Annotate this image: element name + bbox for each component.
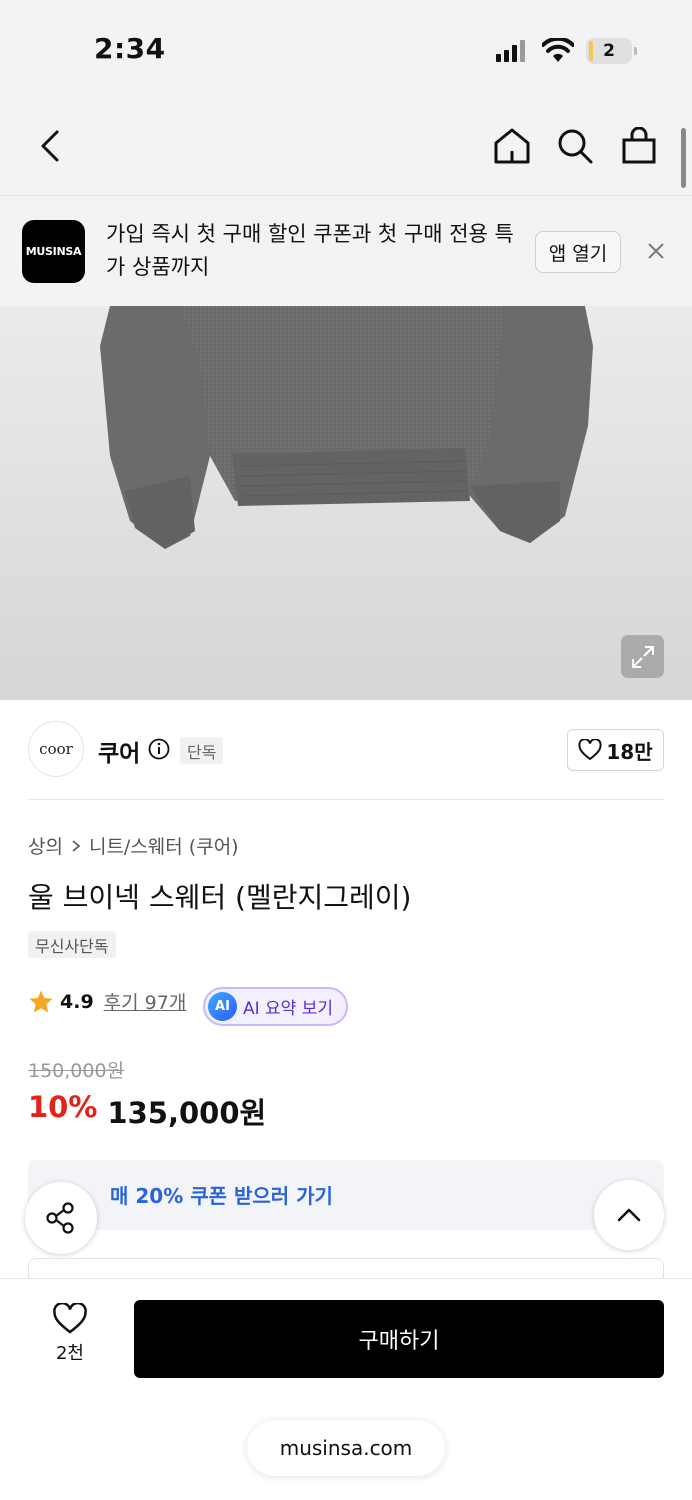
brand-logo[interactable]: coor bbox=[28, 721, 84, 777]
status-bar: 2:34 2 bbox=[0, 0, 692, 100]
coupon-text: 매 20% 쿠폰 받으러 가기 bbox=[110, 1184, 333, 1208]
rating-row: 4.9 후기 97개 bbox=[28, 988, 186, 1015]
bag-icon[interactable] bbox=[617, 124, 661, 168]
chevron-right-icon bbox=[72, 839, 81, 852]
heart-icon bbox=[53, 1303, 87, 1334]
ai-icon: AI bbox=[208, 992, 237, 1021]
heart-icon bbox=[578, 739, 602, 761]
ai-summary-label: AI 요약 보기 bbox=[243, 999, 334, 1019]
battery-indicator: 2 bbox=[586, 38, 637, 64]
back-icon[interactable] bbox=[28, 124, 72, 168]
search-icon[interactable] bbox=[553, 124, 597, 168]
breadcrumb-subcategory[interactable]: 니트/스웨터 (쿠어) bbox=[89, 832, 239, 859]
review-count-link[interactable]: 후기 97개 bbox=[104, 988, 187, 1015]
wishlist-count: 2천 bbox=[55, 1343, 84, 1364]
breadcrumb-category[interactable]: 상의 bbox=[28, 832, 63, 859]
brand-like-button[interactable]: 18만 bbox=[567, 729, 664, 771]
banner-text: 가입 즉시 첫 구매 할인 쿠폰과 첫 구매 전용 특가 상품까지 bbox=[106, 222, 514, 279]
home-icon[interactable] bbox=[490, 124, 534, 168]
musinsa-logo: MUSINSA bbox=[22, 220, 85, 283]
rating-score: 4.9 bbox=[60, 990, 94, 1013]
price-row: 10% 135,000원 bbox=[28, 1090, 266, 1132]
open-app-button[interactable]: 앱 열기 bbox=[535, 231, 621, 273]
discount-rate: 10% bbox=[28, 1090, 98, 1124]
app-promo-banner: MUSINSA 가입 즉시 첫 구매 할인 쿠폰과 첫 구매 전용 특가 상품까… bbox=[0, 196, 692, 306]
info-icon[interactable] bbox=[148, 738, 170, 760]
scroll-top-button[interactable] bbox=[594, 1180, 664, 1250]
coupon-banner[interactable]: 매 20% 쿠폰 받으러 가기 bbox=[28, 1160, 664, 1230]
divider bbox=[28, 799, 664, 800]
chevron-up-icon bbox=[617, 1208, 641, 1222]
original-price: 150,000원 bbox=[28, 1060, 125, 1082]
share-icon bbox=[46, 1202, 74, 1234]
sale-price: 135,000원 bbox=[107, 1096, 267, 1130]
share-button[interactable] bbox=[25, 1182, 97, 1254]
wifi-icon bbox=[542, 38, 574, 62]
product-image[interactable] bbox=[0, 306, 692, 700]
close-icon[interactable] bbox=[641, 236, 671, 266]
exclusive-tag: 무신사단독 bbox=[28, 931, 116, 958]
expand-icon[interactable] bbox=[621, 635, 664, 678]
sweater-image bbox=[100, 306, 593, 549]
top-nav bbox=[0, 100, 692, 196]
brand-exclusive-badge: 단독 bbox=[180, 737, 224, 764]
url-bar[interactable]: musinsa.com bbox=[247, 1420, 445, 1476]
brand-name[interactable]: 쿠어 bbox=[98, 734, 140, 768]
ai-summary-button[interactable]: AI AI 요약 보기 bbox=[203, 987, 348, 1026]
brand-like-count: 18만 bbox=[606, 739, 653, 764]
wishlist-button[interactable]: 2천 bbox=[40, 1303, 100, 1365]
breadcrumb: 상의 니트/스웨터 (쿠어) bbox=[28, 832, 239, 859]
product-title: 울 브이넥 스웨터 (멜란지그레이) bbox=[28, 881, 412, 914]
star-icon bbox=[29, 990, 53, 1012]
bottom-purchase-bar: 2천 구매하기 musinsa.com bbox=[0, 1278, 692, 1500]
buy-button[interactable]: 구매하기 bbox=[134, 1300, 664, 1378]
cellular-signal-icon bbox=[496, 40, 525, 62]
scroll-indicator bbox=[681, 128, 686, 188]
product-info: coor 쿠어 단독 18만 상의 니트/스웨터 (쿠어) 울 브이넥 스웨터 … bbox=[0, 700, 692, 1288]
status-time: 2:34 bbox=[94, 32, 166, 65]
